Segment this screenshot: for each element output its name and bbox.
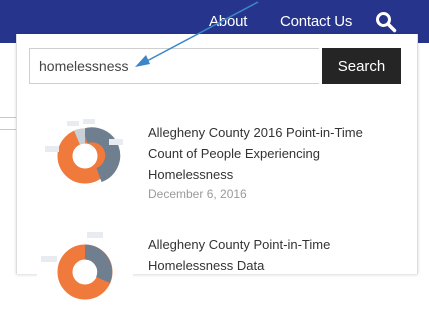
nav-about-link[interactable]: About	[209, 13, 247, 30]
result-date: December 6, 2016	[148, 187, 247, 201]
result-thumbnail	[37, 116, 133, 192]
result-title[interactable]: Allegheny County 2016 Point-in-Time Coun…	[148, 122, 378, 185]
search-result-item[interactable]: Allegheny County 2016 Point-in-Time Coun…	[17, 112, 417, 212]
search-form: Search	[29, 48, 401, 84]
result-thumbnail	[37, 228, 133, 304]
search-button[interactable]: Search	[322, 48, 401, 84]
search-input[interactable]	[29, 48, 319, 84]
divider	[0, 117, 16, 118]
page-background-strip	[0, 43, 16, 268]
nav-contact-link[interactable]: Contact Us	[280, 13, 352, 30]
divider	[0, 129, 16, 130]
result-title[interactable]: Allegheny County Point-in-Time Homelessn…	[148, 234, 378, 276]
search-result-item[interactable]: Allegheny County Point-in-Time Homelessn…	[17, 224, 417, 304]
search-dropdown-panel: Search Allegheny County 2016 Point-in-Ti…	[16, 34, 418, 304]
